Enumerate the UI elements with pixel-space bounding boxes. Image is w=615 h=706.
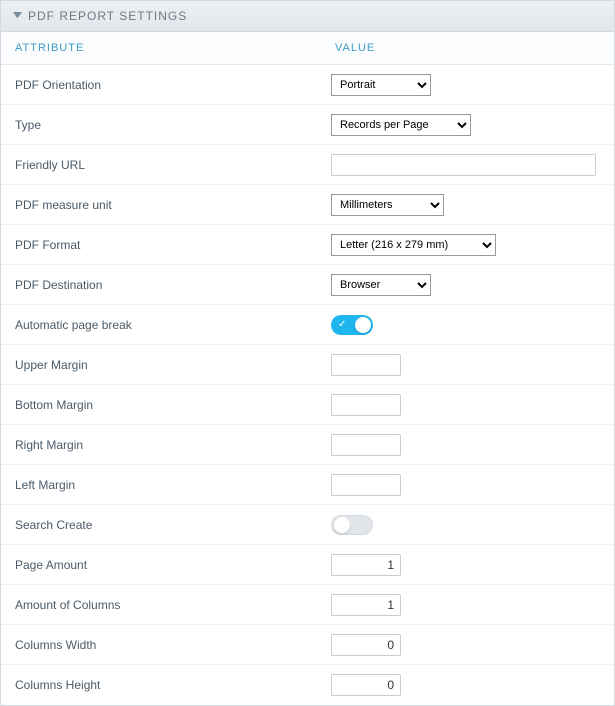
- toggle-knob: [334, 517, 350, 533]
- row-auto-page-break: Automatic page break ✓: [1, 305, 614, 345]
- input-bottom-margin[interactable]: [331, 394, 401, 416]
- label-search-create: Search Create: [1, 508, 321, 542]
- select-type[interactable]: Records per Page: [331, 114, 471, 136]
- row-search-create: Search Create: [1, 505, 614, 545]
- toggle-search-create[interactable]: [331, 515, 373, 535]
- row-pdf-measure-unit: PDF measure unit Millimeters: [1, 185, 614, 225]
- row-left-margin: Left Margin: [1, 465, 614, 505]
- input-left-margin[interactable]: [331, 474, 401, 496]
- input-columns-width[interactable]: [331, 634, 401, 656]
- column-header-value: VALUE: [321, 32, 614, 64]
- label-type: Type: [1, 108, 321, 142]
- input-amount-of-columns[interactable]: [331, 594, 401, 616]
- row-page-amount: Page Amount: [1, 545, 614, 585]
- select-pdf-destination[interactable]: Browser: [331, 274, 431, 296]
- row-friendly-url: Friendly URL: [1, 145, 614, 185]
- input-friendly-url[interactable]: [331, 154, 596, 176]
- collapse-icon: [13, 12, 22, 21]
- label-pdf-orientation: PDF Orientation: [1, 68, 321, 102]
- input-right-margin[interactable]: [331, 434, 401, 456]
- panel-header[interactable]: PDF REPORT SETTINGS: [1, 1, 614, 32]
- panel-title: PDF REPORT SETTINGS: [28, 9, 187, 23]
- select-pdf-measure-unit[interactable]: Millimeters: [331, 194, 444, 216]
- label-pdf-measure-unit: PDF measure unit: [1, 188, 321, 222]
- label-friendly-url: Friendly URL: [1, 148, 321, 182]
- row-right-margin: Right Margin: [1, 425, 614, 465]
- input-upper-margin[interactable]: [331, 354, 401, 376]
- select-pdf-format[interactable]: Letter (216 x 279 mm): [331, 234, 496, 256]
- check-icon: ✓: [338, 318, 346, 332]
- row-pdf-orientation: PDF Orientation Portrait: [1, 65, 614, 105]
- label-left-margin: Left Margin: [1, 468, 321, 502]
- row-bottom-margin: Bottom Margin: [1, 385, 614, 425]
- label-page-amount: Page Amount: [1, 548, 321, 582]
- row-amount-of-columns: Amount of Columns: [1, 585, 614, 625]
- row-pdf-format: PDF Format Letter (216 x 279 mm): [1, 225, 614, 265]
- label-amount-of-columns: Amount of Columns: [1, 588, 321, 622]
- label-columns-height: Columns Height: [1, 668, 321, 702]
- row-columns-height: Columns Height: [1, 665, 614, 705]
- toggle-auto-page-break[interactable]: ✓: [331, 315, 373, 335]
- row-columns-width: Columns Width: [1, 625, 614, 665]
- row-pdf-destination: PDF Destination Browser: [1, 265, 614, 305]
- toggle-knob: [355, 317, 371, 333]
- row-type: Type Records per Page: [1, 105, 614, 145]
- label-pdf-format: PDF Format: [1, 228, 321, 262]
- input-page-amount[interactable]: [331, 554, 401, 576]
- label-upper-margin: Upper Margin: [1, 348, 321, 382]
- pdf-report-settings-panel: PDF REPORT SETTINGS ATTRIBUTE VALUE PDF …: [0, 0, 615, 706]
- label-bottom-margin: Bottom Margin: [1, 388, 321, 422]
- columns-header: ATTRIBUTE VALUE: [1, 32, 614, 65]
- label-pdf-destination: PDF Destination: [1, 268, 321, 302]
- input-columns-height[interactable]: [331, 674, 401, 696]
- column-header-attribute: ATTRIBUTE: [1, 32, 321, 64]
- row-upper-margin: Upper Margin: [1, 345, 614, 385]
- label-auto-page-break: Automatic page break: [1, 308, 321, 342]
- label-right-margin: Right Margin: [1, 428, 321, 462]
- select-pdf-orientation[interactable]: Portrait: [331, 74, 431, 96]
- label-columns-width: Columns Width: [1, 628, 321, 662]
